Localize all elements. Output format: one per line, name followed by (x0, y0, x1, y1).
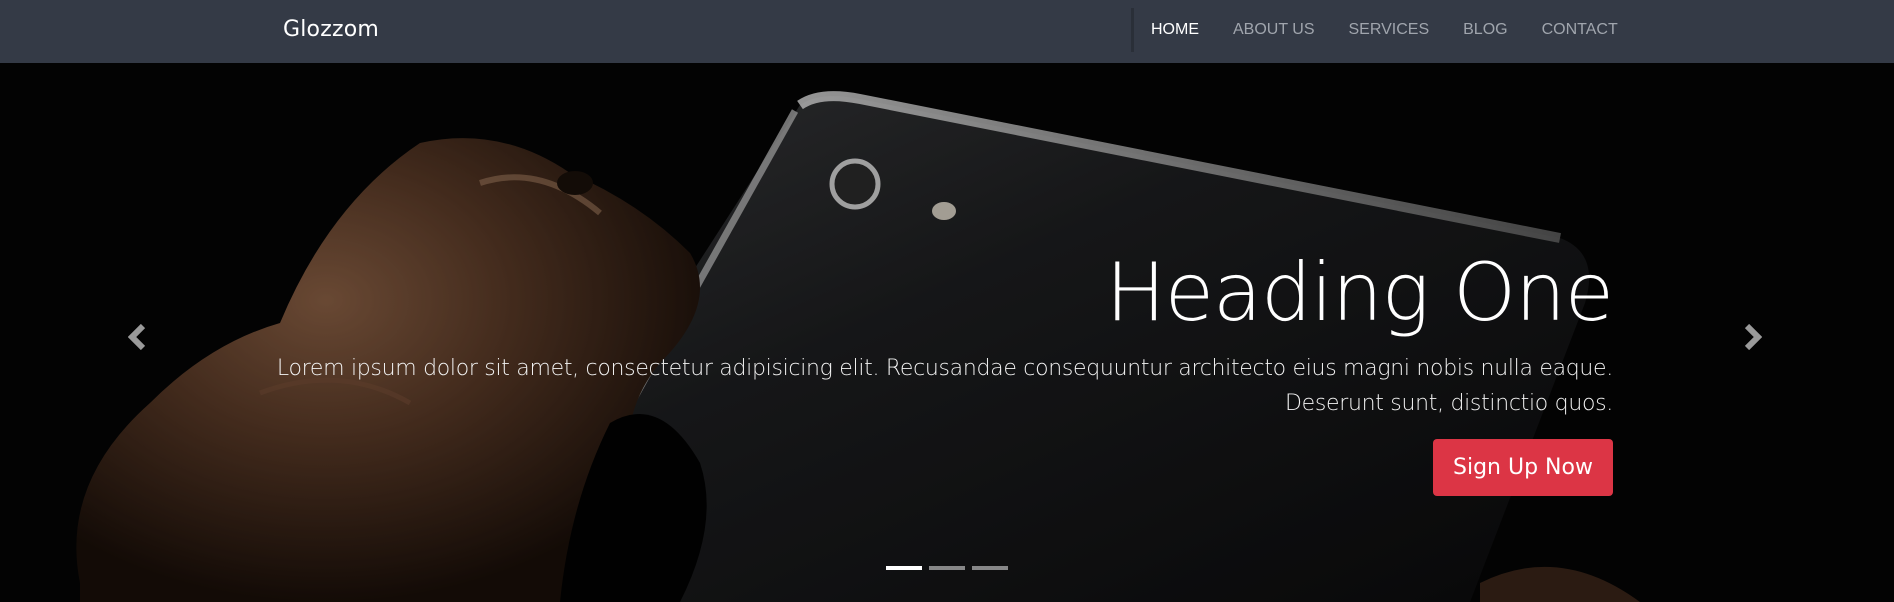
chevron-left-icon (128, 324, 146, 350)
nav-divider (1131, 8, 1134, 52)
nav-link-blog[interactable]: BLOG (1463, 21, 1507, 39)
hero-carousel: Heading One Lorem ipsum dolor sit amet, … (0, 63, 1894, 602)
carousel-indicator-3[interactable] (972, 566, 1008, 570)
sign-up-button[interactable]: Sign Up Now (1433, 439, 1613, 496)
carousel-prev-button[interactable] (118, 317, 158, 357)
nav-link-home[interactable]: HOME (1151, 21, 1199, 39)
carousel-heading: Heading One (1105, 246, 1614, 339)
carousel-indicators (886, 566, 1015, 570)
nav-link-about[interactable]: ABOUT US (1233, 21, 1315, 39)
chevron-right-icon (1744, 324, 1762, 350)
nav-menu: HOME ABOUT US SERVICES BLOG CONTACT (1151, 21, 1652, 39)
carousel-text-line2: Deserunt sunt, distinctio quos. (1284, 391, 1613, 416)
nav-link-contact[interactable]: CONTACT (1542, 21, 1618, 39)
carousel-text-line1: Lorem ipsum dolor sit amet, consectetur … (276, 356, 1613, 381)
carousel-indicator-1[interactable] (886, 566, 922, 570)
carousel-next-button[interactable] (1732, 317, 1772, 357)
nav-link-services[interactable]: SERVICES (1349, 21, 1430, 39)
navbar: Glozzom HOME ABOUT US SERVICES BLOG CONT… (0, 0, 1894, 63)
brand-logo[interactable]: Glozzom (283, 17, 379, 42)
carousel-caption: Heading One Lorem ipsum dolor sit amet, … (273, 246, 1614, 496)
carousel-indicator-2[interactable] (929, 566, 965, 570)
